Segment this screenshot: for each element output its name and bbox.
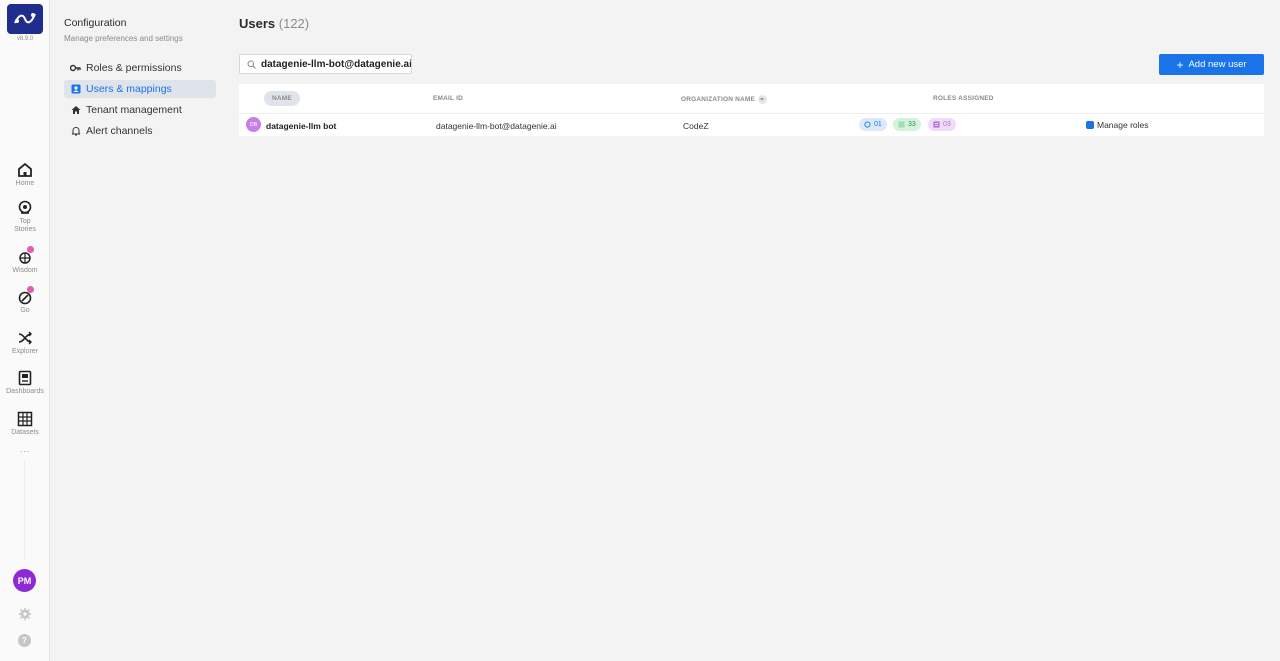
row-avatar: DB	[246, 117, 261, 132]
menu-tenant-management[interactable]: Tenant management	[64, 101, 216, 119]
table-header: NAME EMAIL ID ORGANIZATION NAME ROLES AS…	[239, 84, 1264, 114]
menu-label: Roles & permissions	[86, 62, 182, 74]
search-icon	[247, 60, 256, 69]
wisdom-badge-icon	[27, 246, 34, 253]
column-header-roles[interactable]: ROLES ASSIGNED	[933, 95, 994, 102]
menu-users-mappings[interactable]: Users & mappings	[64, 80, 216, 98]
manage-roles-label: Manage roles	[1097, 120, 1149, 130]
nav-top-stories-label: Top Stories	[14, 218, 36, 233]
user-org: CodeZ	[683, 121, 709, 131]
bell-icon	[70, 126, 81, 137]
home-icon	[18, 162, 32, 177]
page-title-text: Users	[239, 16, 276, 31]
search-input[interactable]	[261, 58, 411, 70]
shuffle-icon	[18, 331, 32, 345]
search-box[interactable]	[239, 54, 412, 74]
grid-small-icon	[898, 121, 905, 128]
menu-roles-permissions[interactable]: Roles & permissions	[64, 59, 216, 77]
more-icon[interactable]: ...	[0, 444, 50, 454]
left-rail: v8.9.0 Home Top Stories Wisdom Go Explor…	[0, 0, 50, 661]
house-icon	[70, 105, 81, 116]
role-chip-blue-count: 01	[874, 121, 882, 128]
user-count: (122)	[278, 16, 310, 31]
users-table: NAME EMAIL ID ORGANIZATION NAME ROLES AS…	[239, 84, 1264, 136]
list-icon	[933, 121, 940, 128]
nav-go-label: Go	[20, 307, 30, 314]
filter-icon[interactable]	[758, 95, 768, 104]
add-new-user-button[interactable]: + Add new user	[1159, 54, 1264, 75]
role-chip-blue[interactable]: 01	[859, 118, 887, 131]
role-chip-purple-count: 03	[943, 121, 951, 128]
column-header-name[interactable]: NAME	[264, 91, 300, 106]
user-email: datagenie-llm-bot@datagenie.ai	[436, 121, 557, 131]
nav-datasets-label: Datasets	[11, 429, 39, 436]
user-badge-icon	[70, 84, 81, 95]
plus-icon: +	[1176, 57, 1184, 72]
globe-icon	[864, 121, 871, 128]
nav-explorer-label: Explorer	[11, 348, 39, 355]
key-icon	[70, 63, 81, 74]
manage-roles-link[interactable]: Manage roles	[1086, 120, 1149, 130]
dashboard-icon	[18, 370, 32, 386]
help-icon[interactable]: ?	[18, 634, 31, 647]
grid-icon	[17, 411, 33, 427]
add-new-user-label: Add new user	[1188, 59, 1247, 70]
nav-wisdom[interactable]: Wisdom	[0, 246, 50, 275]
user-avatar[interactable]: PM	[13, 569, 36, 592]
go-badge-icon	[27, 286, 34, 293]
gear-icon[interactable]	[18, 607, 32, 621]
app-version: v8.9.0	[16, 36, 34, 42]
logo-icon	[14, 13, 36, 24]
user-name: datagenie-llm bot	[266, 121, 337, 131]
menu-label: Users & mappings	[86, 83, 172, 95]
user-badge-icon	[1086, 121, 1094, 129]
config-subtitle: Manage preferences and settings	[64, 34, 183, 43]
nav-home-label: Home	[15, 180, 35, 187]
config-title: Configuration	[64, 17, 127, 29]
menu-label: Tenant management	[86, 104, 182, 116]
rail-divider	[24, 460, 25, 560]
column-header-org-label: ORGANIZATION NAME	[681, 96, 756, 104]
app-logo[interactable]	[7, 4, 43, 34]
nav-home[interactable]: Home	[0, 162, 50, 188]
nav-datasets[interactable]: Datasets	[0, 411, 50, 437]
nav-wisdom-label: Wisdom	[12, 267, 38, 274]
column-header-email[interactable]: EMAIL ID	[433, 95, 463, 102]
menu-alert-channels[interactable]: Alert channels	[64, 122, 216, 140]
role-chip-purple[interactable]: 03	[928, 118, 956, 131]
nav-dashboards[interactable]: Dashboards	[0, 370, 50, 396]
role-chip-green[interactable]: 33	[893, 118, 921, 131]
role-chip-green-count: 33	[908, 121, 916, 128]
nav-top-stories[interactable]: Top Stories	[0, 200, 50, 234]
table-row[interactable]: DB datagenie-llm bot datagenie-llm-bot@d…	[239, 114, 1264, 136]
menu-label: Alert channels	[86, 125, 153, 137]
nav-explorer[interactable]: Explorer	[0, 330, 50, 356]
nav-go[interactable]: Go	[0, 286, 50, 315]
column-header-org[interactable]: ORGANIZATION NAME	[681, 95, 768, 104]
top-stories-icon	[18, 200, 32, 214]
page-title: Users (122)	[239, 16, 309, 31]
nav-dashboards-label: Dashboards	[6, 388, 44, 395]
